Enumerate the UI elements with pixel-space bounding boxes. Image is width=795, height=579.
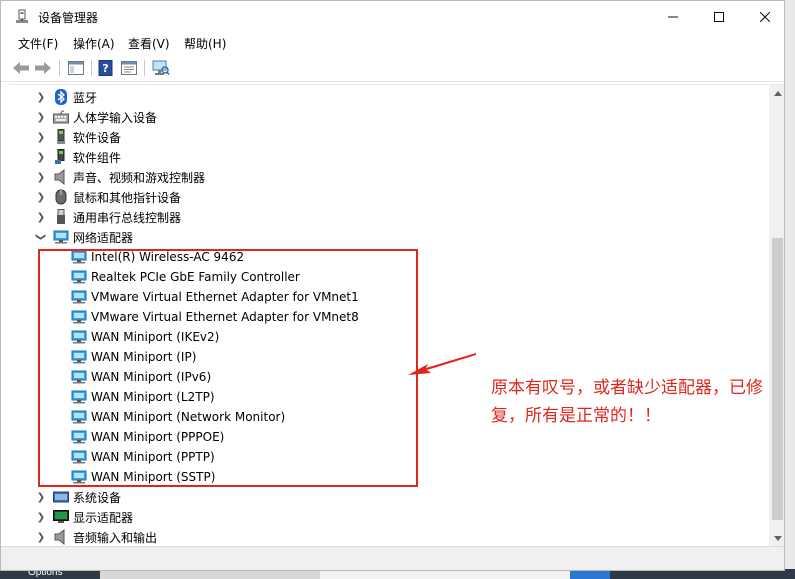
chevron-right-icon[interactable]: ❯	[35, 87, 47, 107]
vertical-scrollbar[interactable]	[769, 85, 784, 546]
annotation-arrow-icon	[406, 351, 478, 382]
tree-category-label: 网络适配器	[73, 230, 134, 245]
desktop-background-right	[784, 0, 795, 579]
status-bar	[1, 546, 784, 570]
tree-category-label: 音频输入和输出	[73, 530, 158, 545]
close-button[interactable]	[742, 1, 784, 32]
tree-category-label: 人体学输入设备	[73, 110, 158, 125]
mouse-icon	[53, 189, 69, 205]
menu-bar: 文件(F) 操作(A) 查看(V) 帮助(H)	[1, 32, 784, 54]
chevron-right-icon[interactable]: ❯	[35, 187, 47, 207]
tree-category-label: 显示适配器	[73, 510, 134, 525]
maximize-button[interactable]	[696, 1, 742, 32]
device-manager-window: 设备管理器 文件(F) 操作(A) 查看(V) 帮助(H) ? ❯ 蓝牙 ❯ 人…	[0, 0, 785, 571]
tree-category-display-adapters[interactable]: ❯ 显示适配器	[35, 507, 133, 527]
chevron-right-icon[interactable]: ❯	[35, 107, 47, 127]
chevron-right-icon[interactable]: ❯	[35, 147, 47, 167]
scroll-down-arrow-icon[interactable]	[769, 530, 784, 546]
tree-category-label: 软件设备	[73, 130, 122, 145]
chevron-right-icon[interactable]: ❯	[35, 507, 47, 527]
tree-category-label: 通用串行总线控制器	[73, 210, 182, 225]
window-title: 设备管理器	[38, 11, 99, 25]
device-manager-icon	[14, 9, 30, 25]
menu-view[interactable]: 查看(V)	[128, 35, 170, 52]
toolbar: ?	[1, 54, 784, 82]
scan-hardware-icon[interactable]	[152, 59, 170, 77]
software-device-icon	[53, 129, 69, 145]
chevron-right-icon[interactable]: ❯	[35, 487, 47, 507]
tree-category-sound-video-game[interactable]: ❯ 声音、视频和游戏控制器	[35, 167, 205, 187]
back-arrow-icon[interactable]	[12, 59, 30, 77]
menu-file[interactable]: 文件(F)	[18, 35, 58, 52]
minimize-button[interactable]	[650, 1, 696, 32]
properties-icon[interactable]	[120, 59, 138, 77]
tree-category-network-adapters[interactable]: ❯ 网络适配器	[35, 227, 133, 247]
tree-category-label: 软件组件	[73, 150, 122, 165]
title-bar[interactable]: 设备管理器	[1, 1, 784, 32]
tree-category-audio-io[interactable]: ❯ 音频输入和输出	[35, 527, 157, 546]
tree-category-label: 鼠标和其他指针设备	[73, 190, 182, 205]
scroll-up-arrow-icon[interactable]	[769, 85, 784, 102]
forward-arrow-icon[interactable]	[34, 59, 52, 77]
tree-category-label: 系统设备	[73, 490, 122, 505]
software-component-icon	[53, 149, 69, 165]
toolbar-separator	[144, 60, 145, 76]
speaker-icon	[53, 169, 69, 185]
tree-category-mouse[interactable]: ❯ 鼠标和其他指针设备	[35, 187, 181, 207]
display-adapter-icon	[53, 509, 69, 525]
tree-category-bluetooth[interactable]: ❯ 蓝牙	[35, 87, 97, 107]
system-device-icon	[53, 489, 69, 505]
help-icon[interactable]: ?	[97, 59, 115, 77]
tree-category-system-devices[interactable]: ❯ 系统设备	[35, 487, 121, 507]
hid-icon	[53, 109, 69, 125]
tree-category-label: 声音、视频和游戏控制器	[73, 170, 206, 185]
menu-help[interactable]: 帮助(H)	[184, 35, 226, 52]
chevron-right-icon[interactable]: ❯	[35, 527, 47, 546]
toolbar-separator	[91, 60, 92, 76]
tree-category-hid[interactable]: ❯ 人体学输入设备	[35, 107, 157, 127]
show-hide-console-tree-icon[interactable]	[67, 59, 85, 77]
audio-io-icon	[53, 529, 69, 545]
network-adapter-icon	[53, 229, 69, 245]
usb-icon	[53, 209, 69, 225]
chevron-right-icon[interactable]: ❯	[35, 167, 47, 187]
chevron-right-icon[interactable]: ❯	[35, 127, 47, 147]
bluetooth-icon	[53, 89, 69, 105]
tree-category-label: 蓝牙	[73, 90, 98, 105]
chevron-down-icon[interactable]: ❯	[31, 231, 51, 243]
toolbar-separator	[59, 60, 60, 76]
menu-action[interactable]: 操作(A)	[73, 35, 115, 52]
tree-category-software-components[interactable]: ❯ 软件组件	[35, 147, 121, 167]
annotation-highlight-box	[38, 249, 418, 487]
svg-text:?: ?	[102, 62, 108, 75]
tree-category-software-devices[interactable]: ❯ 软件设备	[35, 127, 121, 147]
annotation-text: 原本有叹号，或者缺少适配器，已修复，所有是正常的！！	[491, 378, 763, 426]
chevron-right-icon[interactable]: ❯	[35, 207, 47, 227]
tree-category-usb[interactable]: ❯ 通用串行总线控制器	[35, 207, 181, 227]
